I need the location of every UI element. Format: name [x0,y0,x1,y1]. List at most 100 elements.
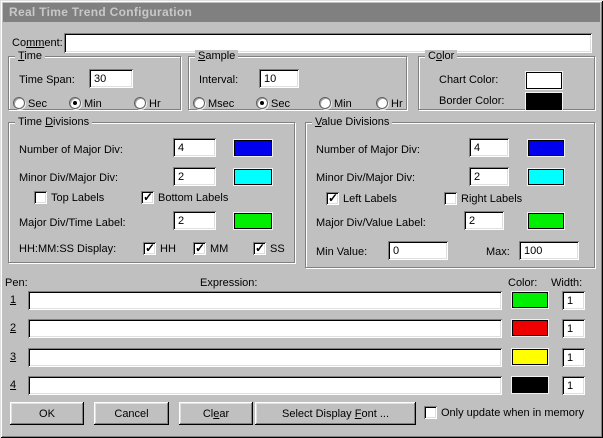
ok-button[interactable]: OK [10,402,84,425]
td-major-time-input[interactable] [173,211,216,230]
value-divisions-group: Value Divisions Number of Major Div: Min… [305,116,595,268]
sample-min-label: Min [334,98,352,110]
pen-number-3: 3 [10,351,17,363]
td-major-label: Number of Major Div: [19,144,123,156]
pen-number-1: 1 [10,294,17,306]
comment-label-pre: Co [12,37,27,49]
pen-3-width-input[interactable] [562,348,585,367]
border-color-swatch[interactable] [525,92,563,111]
pen-2-width-input[interactable] [562,319,585,338]
width-header: Width: [551,277,583,289]
bottom-labels-checkbox[interactable] [141,190,154,204]
td-major-time-color-swatch[interactable] [233,212,273,230]
vd-minor-input[interactable] [469,167,509,186]
time-sec-radio[interactable] [13,97,25,109]
pen-1-color-swatch[interactable] [511,291,549,309]
value-div-title-post: alue Divisions [321,116,390,128]
vd-major-value-input[interactable] [464,211,504,230]
pen-4-width-input[interactable] [562,376,585,395]
time-div-title-mnemonic: D [45,116,54,128]
right-labels-label: Right Labels [461,193,523,205]
clear-post: ar [219,407,230,420]
color-group-title: Color [425,50,458,63]
interval-input[interactable] [259,69,299,88]
chart-color-swatch[interactable] [525,71,563,90]
comment-label: Comment: [12,37,63,50]
top-labels-label: Top Labels [51,192,105,204]
ss-label: SS [270,243,285,255]
td-major-input[interactable] [173,138,216,157]
time-span-label: Time Span: [19,74,75,86]
vd-major-label: Number of Major Div: [316,144,420,156]
pen-4-color-swatch[interactable] [511,376,549,394]
chart-color-label: Chart Color: [439,74,499,86]
window-title: Real Time Trend Configuration [9,5,193,19]
time-hr-label: Hr [149,98,161,110]
comment-input[interactable] [64,33,592,53]
title-bar[interactable]: Real Time Trend Configuration [3,3,600,22]
select-display-font-button[interactable]: Select Display Font ... [255,402,416,425]
pen-number-4: 4 [10,379,17,391]
sample-min-radio[interactable] [319,97,331,109]
interval-label: Interval: [199,74,239,86]
sample-hr-radio[interactable] [376,97,388,109]
pen-1-expression-input[interactable] [28,291,502,310]
td-major-color-swatch[interactable] [233,139,273,157]
hh-checkbox[interactable] [143,241,156,255]
time-span-input[interactable] [89,69,133,88]
time-divisions-title: Time Divisions [15,116,93,129]
pen-4-expression-input[interactable] [28,376,502,395]
clear-pre: Cl [202,407,214,420]
time-sec-label: Sec [28,98,47,110]
sample-group-title: Sample [195,50,239,63]
td-minor-label: Minor Div/Major Div: [19,172,119,184]
only-update-memory-checkbox[interactable] [424,406,437,419]
expression-header: Expression: [200,277,258,289]
vd-minor-color-swatch[interactable] [527,168,565,186]
td-minor-input[interactable] [173,167,216,186]
sample-msec-label: Msec [208,98,235,110]
only-update-memory-label: Only update when in memory [441,407,585,419]
comment-label-mnemonic: mm [26,37,45,49]
pen-2-color-swatch[interactable] [511,319,549,337]
border-color-label: Border Color: [439,95,505,107]
time-div-title-pre: Time [18,116,46,128]
pen-header: Pen: [5,277,28,289]
max-value-input[interactable] [519,241,579,260]
top-labels-checkbox[interactable] [34,191,47,204]
vd-minor-label: Minor Div/Major Div: [316,172,416,184]
sample-msec-radio[interactable] [193,97,205,109]
font-pre: Select Display [281,407,355,420]
pen-2-expression-input[interactable] [28,319,502,338]
left-labels-checkbox[interactable] [326,191,339,205]
right-labels-checkbox[interactable] [444,192,457,205]
sample-sec-label: Sec [271,98,290,110]
hh-label: HH [160,243,176,255]
sample-hr-label: Hr [391,98,403,110]
clear-button[interactable]: Clear [179,402,253,425]
dialog-window: Real Time Trend Configuration Comment: T… [0,0,603,438]
min-value-label: Min Value: [316,246,368,258]
time-min-label: Min [84,98,102,110]
pen-3-color-swatch[interactable] [511,348,549,366]
ss-checkbox[interactable] [253,241,266,255]
sample-sec-radio[interactable] [256,97,268,109]
time-group: Time Time Span: Sec Min Hr [8,50,181,110]
time-div-title-post: ivisions [53,116,90,128]
vd-major-color-swatch[interactable] [527,139,565,157]
time-min-radio[interactable] [69,97,81,109]
mm-checkbox[interactable] [193,241,206,255]
sample-group: Sample Interval: Msec Sec Min Hr [188,50,407,110]
vd-major-value-color-swatch[interactable] [527,212,565,230]
color-group: Color Chart Color: Border Color: [418,50,595,111]
td-minor-color-swatch[interactable] [233,168,273,186]
vd-major-input[interactable] [469,138,509,157]
pen-1-width-input[interactable] [562,291,585,310]
min-value-input[interactable] [388,241,448,260]
time-hr-radio[interactable] [134,97,146,109]
left-labels-label: Left Labels [343,193,397,205]
comment-label-post: ent: [44,37,63,49]
pen-3-expression-input[interactable] [28,348,502,367]
color-title-pre: C [428,50,436,62]
cancel-button[interactable]: Cancel [94,402,169,425]
